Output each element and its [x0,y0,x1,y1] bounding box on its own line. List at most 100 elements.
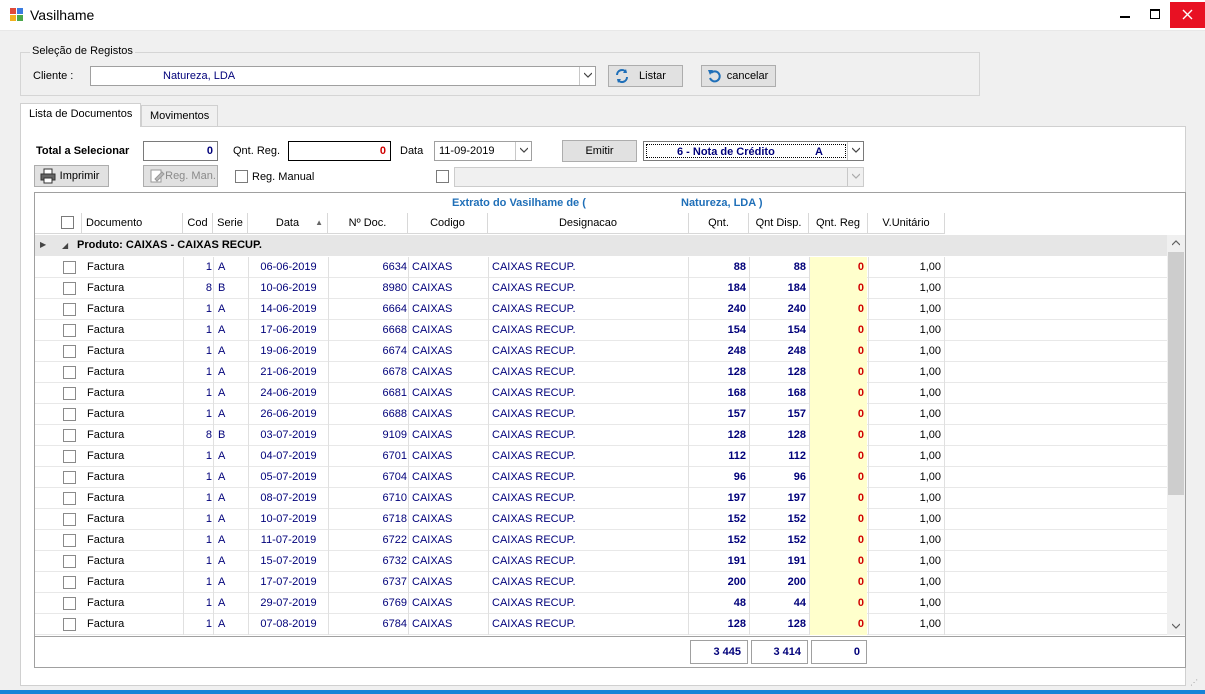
chevron-down-icon[interactable] [847,142,863,160]
col-codigo[interactable]: Codigo [408,213,488,234]
table-row[interactable]: Factura 1 A 21-06-2019 6678 CAIXAS CAIXAS RECU… [35,362,1167,383]
table-row[interactable]: Factura 1 A 07-08-2019 6784 CAIXAS CAIXAS RECU… [35,614,1167,635]
maximize-button[interactable] [1140,2,1170,28]
row-qnt-reg[interactable]: 0 [810,551,867,572]
table-row[interactable]: Factura 1 A 17-06-2019 6668 CAIXAS CAIXAS RECU… [35,320,1167,341]
row-qnt-reg[interactable]: 0 [810,509,867,530]
reg-man-button[interactable]: Reg. Man. [143,165,218,187]
cell-divider [488,467,489,488]
row-checkbox[interactable] [63,261,76,274]
table-row[interactable]: Factura 1 A 11-07-2019 6722 CAIXAS CAIXAS RECU… [35,530,1167,551]
collapse-triangle-icon[interactable]: ◢ [62,235,68,256]
row-checkbox[interactable] [63,576,76,589]
total-selecionar-field[interactable]: 0 [143,141,218,161]
scroll-thumb[interactable] [1168,252,1184,495]
row-checkbox[interactable] [63,387,76,400]
scroll-up-icon[interactable] [1167,235,1185,252]
table-row[interactable]: Factura 1 A 19-06-2019 6674 CAIXAS CAIXAS RECU… [35,341,1167,362]
row-qnt-reg[interactable]: 0 [810,467,867,488]
table-row[interactable]: Factura 1 A 29-07-2019 6769 CAIXAS CAIXAS RECU… [35,593,1167,614]
row-qnt-reg[interactable]: 0 [810,320,867,341]
filter-checkbox[interactable] [436,170,449,183]
chevron-down-icon[interactable] [579,67,595,85]
col-designacao[interactable]: Designacao [488,213,689,234]
disabled-combobox[interactable] [454,167,864,187]
table-row[interactable]: Factura 1 A 08-07-2019 6710 CAIXAS CAIXAS RECU… [35,488,1167,509]
col-serie[interactable]: Serie [213,213,248,234]
table-row[interactable]: Factura 1 A 26-06-2019 6688 CAIXAS CAIXAS RECU… [35,404,1167,425]
minimize-button[interactable] [1110,2,1140,28]
row-qnt-reg[interactable]: 0 [810,341,867,362]
row-checkbox[interactable] [63,408,76,421]
row-checkbox[interactable] [63,618,76,631]
table-row[interactable]: Factura 8 B 03-07-2019 9109 CAIXAS CAIXAS RECU… [35,425,1167,446]
table-row[interactable]: Factura 8 B 10-06-2019 8980 CAIXAS CAIXAS RECU… [35,278,1167,299]
row-checkbox[interactable] [63,534,76,547]
col-qnt[interactable]: Qnt. [689,213,749,234]
document-type-combobox[interactable]: 6 - Nota de Crédito A [643,141,864,161]
col-documento[interactable]: Documento [82,213,183,234]
grid-scrollbar[interactable] [1167,235,1185,635]
cell-divider [944,404,945,425]
col-qnt-disp[interactable]: Qnt Disp. [749,213,809,234]
table-row[interactable]: Factura 1 A 15-07-2019 6732 CAIXAS CAIXAS RECU… [35,551,1167,572]
col-qnt-reg[interactable]: Qnt. Reg [809,213,868,234]
table-row[interactable]: Factura 1 A 04-07-2019 6701 CAIXAS CAIXAS RECU… [35,446,1167,467]
table-row[interactable]: Factura 1 A 05-07-2019 6704 CAIXAS CAIXAS RECU… [35,467,1167,488]
row-qnt-reg[interactable]: 0 [810,530,867,551]
table-row[interactable]: Factura 1 A 14-06-2019 6664 CAIXAS CAIXAS RECU… [35,299,1167,320]
col-ndoc[interactable]: Nº Doc. [328,213,408,234]
row-v-unitario: 1,00 [919,576,941,588]
row-checkbox[interactable] [63,471,76,484]
imprimir-button[interactable]: Imprimir [34,165,109,187]
table-row[interactable]: Factura 1 A 10-07-2019 6718 CAIXAS CAIXAS RECU… [35,509,1167,530]
tab-lista-documentos[interactable]: Lista de Documentos [20,103,142,127]
row-checkbox[interactable] [63,429,76,442]
row-qnt-reg[interactable]: 0 [810,446,867,467]
row-qnt-reg[interactable]: 0 [810,593,867,614]
reg-manual-checkbox[interactable] [235,170,248,183]
row-checkbox[interactable] [63,282,76,295]
qnt-reg-field[interactable]: 0 [288,141,391,161]
select-all-checkbox[interactable] [61,216,74,229]
row-checkbox[interactable] [63,555,76,568]
row-checkbox[interactable] [63,366,76,379]
row-checkbox[interactable] [63,324,76,337]
row-qnt-reg[interactable]: 0 [810,383,867,404]
emitir-button[interactable]: Emitir [562,140,637,162]
row-checkbox[interactable] [63,450,76,463]
data-picker[interactable]: 11-09-2019 [434,141,532,161]
row-qnt-reg[interactable]: 0 [810,404,867,425]
row-qnt-reg[interactable]: 0 [810,488,867,509]
row-qnt-reg[interactable]: 0 [810,614,867,635]
col-cod[interactable]: Cod [183,213,213,234]
row-qnt-reg[interactable]: 0 [810,572,867,593]
resize-grip-icon[interactable]: ⋰ [1190,678,1198,687]
group-row[interactable]: ◢ Produto: CAIXAS - CAIXAS RECUP. [35,235,1167,256]
scroll-down-icon[interactable] [1167,618,1185,635]
tab-movimentos[interactable]: Movimentos [141,105,219,127]
table-row[interactable]: Factura 1 A 17-07-2019 6737 CAIXAS CAIXAS RECU… [35,572,1167,593]
col-data[interactable]: Data ▲ [248,213,328,234]
chevron-down-icon[interactable] [515,142,531,160]
row-checkbox[interactable] [63,513,76,526]
listar-button[interactable]: Listar [608,65,683,87]
row-qnt-reg[interactable]: 0 [810,299,867,320]
row-checkbox[interactable] [63,345,76,358]
row-checkbox[interactable] [63,492,76,505]
cliente-combobox[interactable]: Natureza, LDA [90,66,596,86]
row-checkbox[interactable] [63,303,76,316]
close-button[interactable] [1170,2,1205,28]
cancelar-button[interactable]: cancelar [701,65,776,87]
table-row[interactable]: Factura 1 A 06-06-2019 6634 CAIXAS CAIXAS RECU… [35,257,1167,278]
row-qnt-reg[interactable]: 0 [810,257,867,278]
row-qnt-disp: 248 [787,345,806,357]
table-row[interactable]: Factura 1 A 24-06-2019 6681 CAIXAS CAIXAS RECU… [35,383,1167,404]
row-checkbox[interactable] [63,597,76,610]
row-qnt-reg[interactable]: 0 [810,278,867,299]
total-qnt-disp: 3 414 [751,640,808,664]
header-select-all[interactable] [52,213,82,234]
row-qnt-reg[interactable]: 0 [810,425,867,446]
row-qnt-reg[interactable]: 0 [810,362,867,383]
col-v-unitario[interactable]: V.Unitário [868,213,945,234]
